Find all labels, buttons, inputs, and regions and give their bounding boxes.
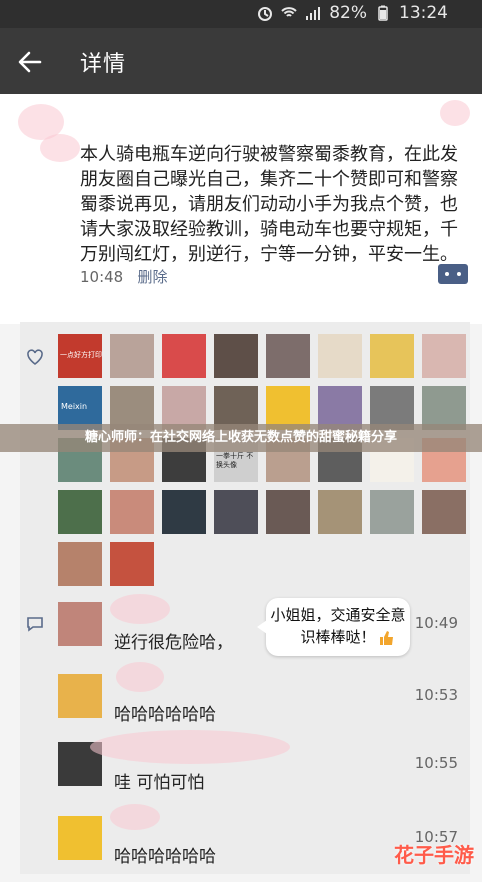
like-avatar[interactable] [110, 490, 154, 534]
like-avatar[interactable] [370, 334, 414, 378]
like-avatar[interactable] [110, 542, 154, 586]
delete-link[interactable]: 删除 [138, 268, 168, 286]
like-avatar[interactable] [318, 334, 362, 378]
like-avatar[interactable] [370, 490, 414, 534]
decorative-blot [440, 100, 470, 126]
comment-text: 哈哈哈哈哈哈 [114, 705, 216, 725]
avatar-caption: Meixin [61, 402, 88, 411]
comment-text: 哈哈哈哈哈哈 [114, 847, 216, 867]
back-arrow-icon[interactable] [16, 48, 44, 76]
thumbs-up-icon [380, 631, 393, 645]
signal-icon [306, 7, 321, 20]
avatar-caption: 一点好方打印 [60, 351, 102, 359]
comment-menu-button[interactable] [438, 264, 468, 284]
alarm-icon [258, 7, 273, 21]
comment-text: 逆行很危险哈， [114, 633, 233, 653]
dot-icon [457, 272, 461, 276]
decorative-blot [90, 730, 290, 764]
moment-post: 本人骑电瓶车逆向行驶被警察蜀黍教育，在此发朋友圈自己曝光自己，集齐二十个赞即可和… [0, 94, 482, 324]
avatar[interactable] [58, 674, 102, 718]
decorative-blot [116, 662, 164, 692]
avatar[interactable] [58, 602, 102, 646]
post-meta: 10:48 删除 [80, 266, 168, 287]
wifi-icon [281, 7, 297, 17]
heart-outline-icon [27, 349, 43, 365]
like-avatar[interactable] [266, 334, 310, 378]
like-avatar[interactable] [214, 334, 258, 378]
watermark-logo: 花子手游 [394, 843, 474, 867]
post-time: 10:48 [80, 268, 124, 286]
post-text: 本人骑电瓶车逆向行驶被警察蜀黍教育，在此发朋友圈自己曝光自己，集齐二十个赞即可和… [80, 144, 458, 265]
like-avatar[interactable]: 一点好方打印 [58, 334, 102, 378]
likes-section: 一点好方打印 Meixin 一拳十斤 不换头像 [20, 322, 470, 590]
like-avatar[interactable] [58, 490, 102, 534]
status-right: 82% 13:24 [257, 3, 448, 23]
status-bar: 82% 13:24 [0, 0, 482, 28]
like-avatar[interactable] [214, 490, 258, 534]
comment-time: 10:55 [414, 754, 458, 772]
like-avatar[interactable] [162, 490, 206, 534]
avatar-caption: 一拳十斤 不换头像 [216, 452, 254, 469]
battery-icon [378, 5, 388, 21]
reply-bubble: 小姐姐，交通安全意识棒棒哒！ [257, 598, 410, 656]
like-avatar[interactable] [318, 490, 362, 534]
battery-percent: 82% [329, 3, 367, 23]
like-avatar[interactable] [422, 334, 466, 378]
like-avatar[interactable] [162, 334, 206, 378]
comment-time: 10:49 [414, 614, 458, 632]
overlay-banner: 糖心师师：在社交网络上收获无数点赞的甜蜜秘籍分享 [0, 424, 482, 452]
duck-avatar[interactable] [58, 816, 102, 860]
app-bar: 详情 [0, 28, 482, 94]
comment-time: 10:53 [414, 686, 458, 704]
clock: 13:24 [399, 3, 448, 23]
dot-icon [445, 272, 449, 276]
like-avatar[interactable] [422, 490, 466, 534]
decorative-blot [110, 804, 160, 830]
decorative-blot [40, 134, 80, 162]
decorative-blot [110, 594, 170, 624]
like-avatar[interactable] [58, 542, 102, 586]
comment-icon [27, 617, 43, 632]
page-title: 详情 [80, 52, 127, 77]
like-avatar[interactable] [110, 334, 154, 378]
like-avatar[interactable] [266, 490, 310, 534]
comment-text: 哇 可怕可怕 [114, 773, 205, 793]
